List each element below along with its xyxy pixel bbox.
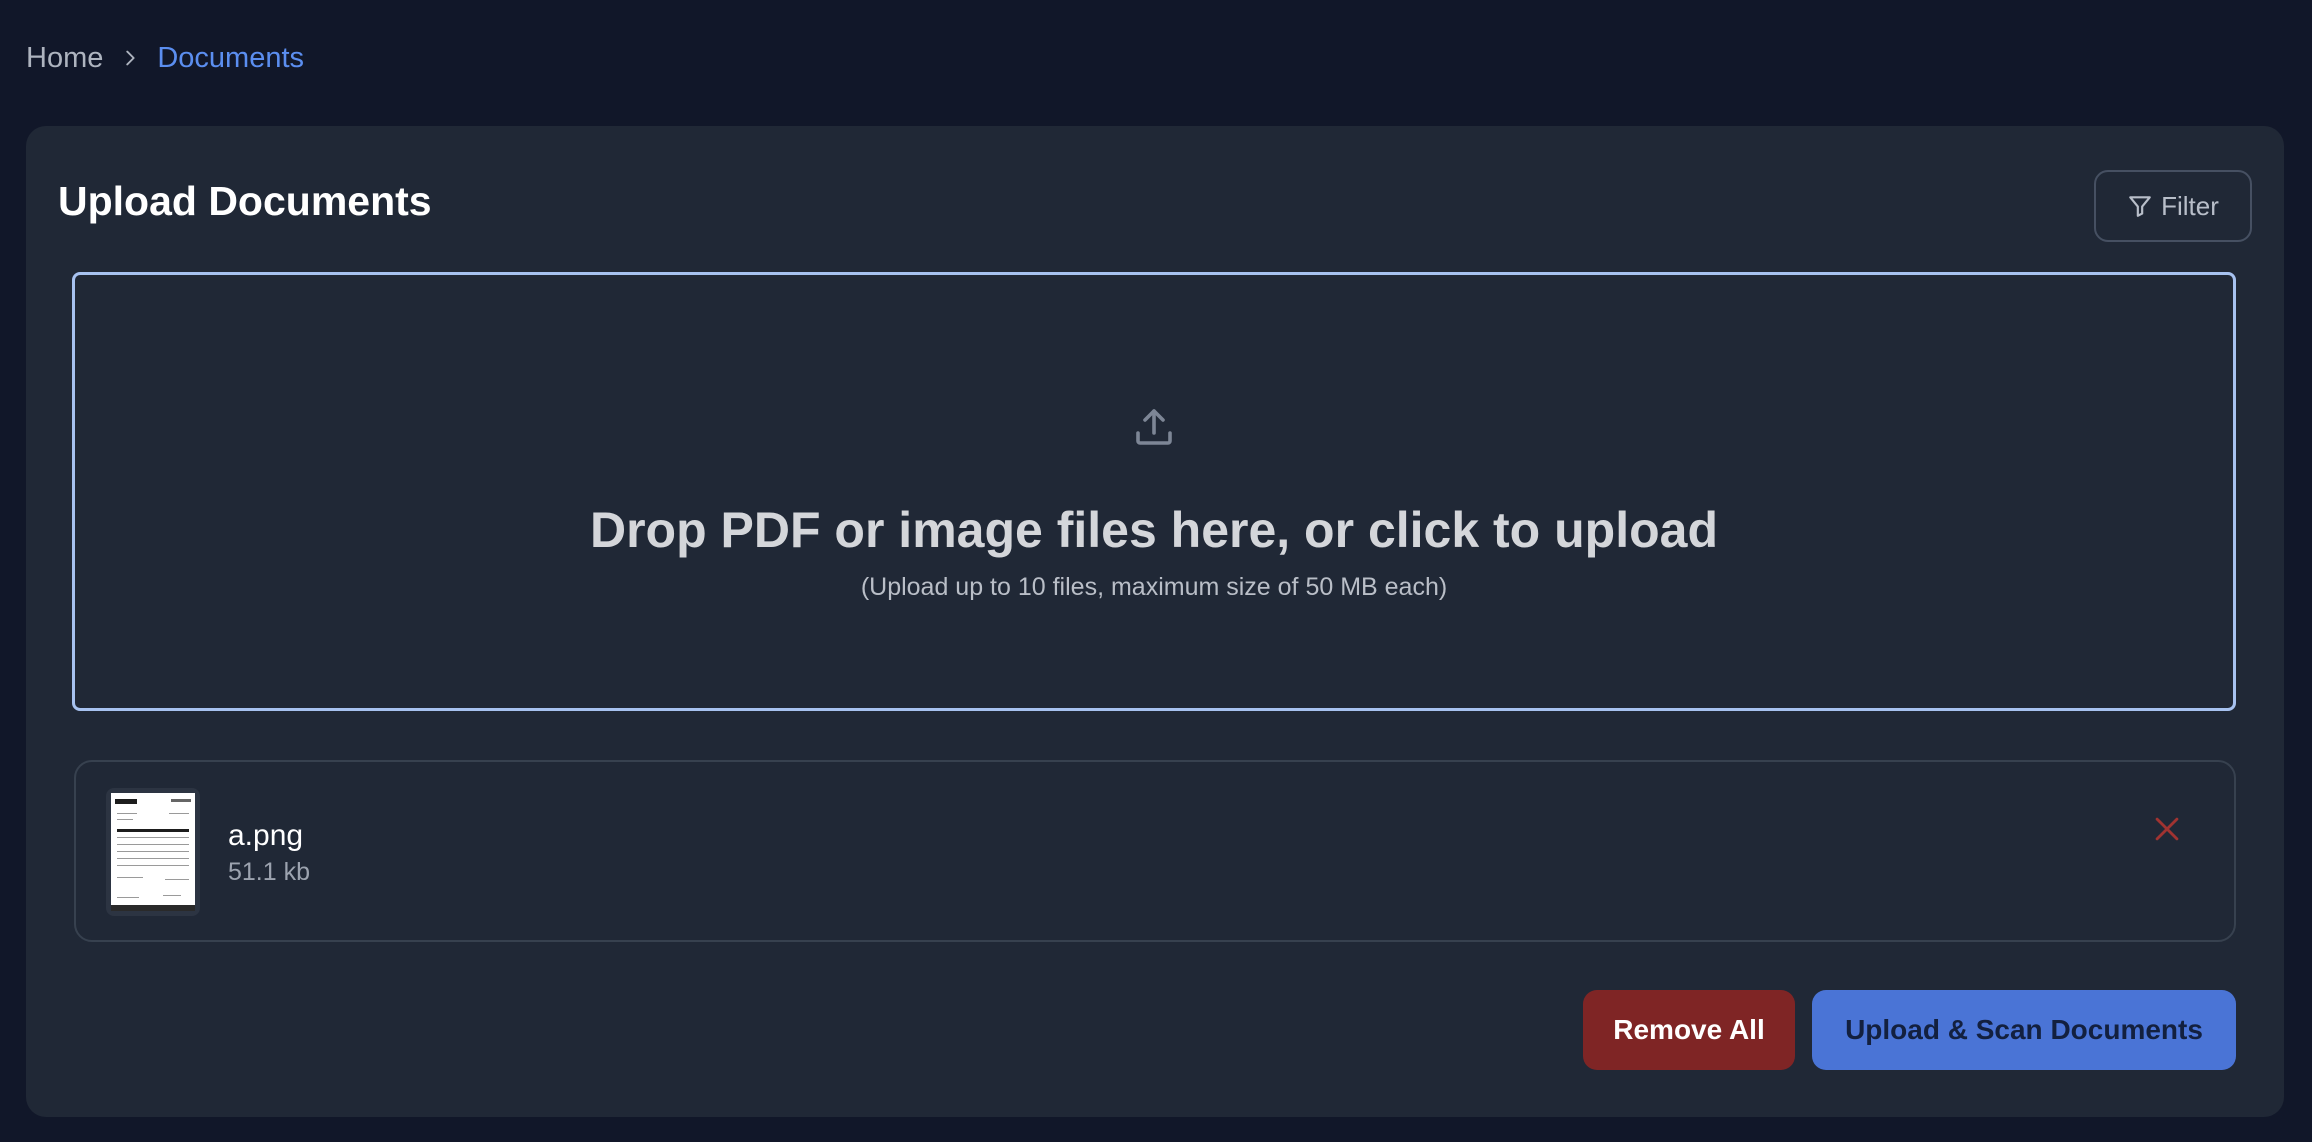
file-name: a.png: [228, 819, 304, 852]
file-thumbnail: [106, 788, 200, 916]
filter-button[interactable]: Filter: [2094, 170, 2252, 242]
breadcrumb-current: Documents: [157, 42, 305, 74]
upload-card: Upload Documents Filter Drop PDF or imag…: [26, 126, 2284, 1117]
close-icon: [2150, 812, 2184, 846]
remove-file-button[interactable]: [2150, 812, 2184, 846]
file-dropzone[interactable]: Drop PDF or image files here, or click t…: [72, 272, 2236, 711]
filter-label: Filter: [2161, 190, 2219, 221]
upload-icon: [1130, 403, 1178, 451]
funnel-icon: [2127, 193, 2153, 219]
upload-scan-button[interactable]: Upload & Scan Documents: [1812, 990, 2236, 1070]
file-list-item: a.png 51.1 kb: [74, 760, 2236, 942]
remove-all-button[interactable]: Remove All: [1583, 990, 1795, 1070]
page-title: Upload Documents: [58, 178, 432, 224]
dropzone-subtitle: (Upload up to 10 files, maximum size of …: [860, 573, 1448, 601]
breadcrumb-home-link[interactable]: Home: [26, 38, 103, 78]
dropzone-title: Drop PDF or image files here, or click t…: [589, 502, 1718, 558]
file-size: 51.1 kb: [228, 858, 311, 886]
breadcrumb: Home Documents: [26, 38, 304, 78]
chevron-right-icon: [103, 47, 157, 69]
